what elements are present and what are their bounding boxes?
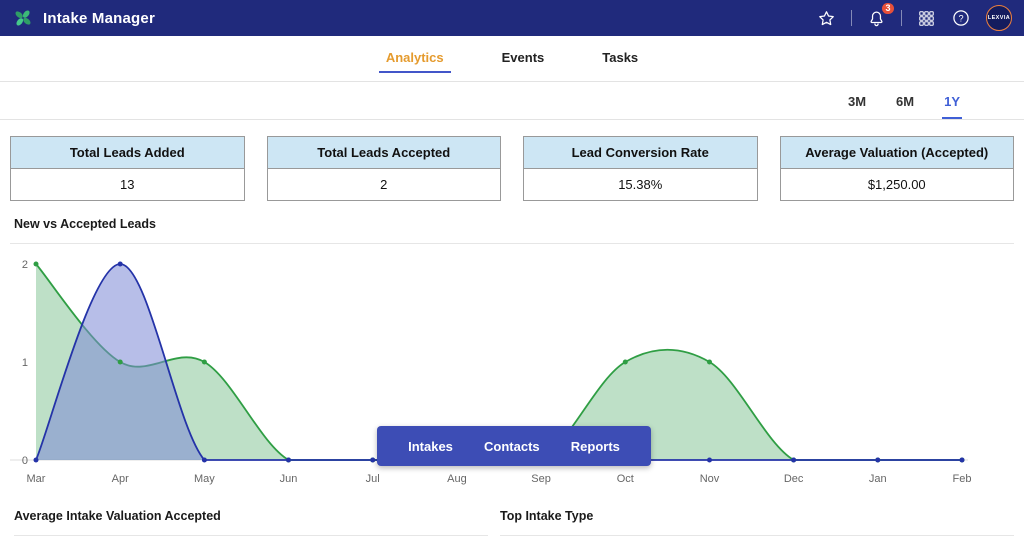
notifications-bell-icon[interactable]: 3 (867, 9, 886, 28)
stat-card-value: 15.38% (524, 169, 757, 200)
tab-tasks[interactable]: Tasks (595, 48, 645, 73)
stat-card-title: Total Leads Added (11, 137, 244, 169)
app-title: Intake Manager (43, 10, 155, 27)
svg-text:May: May (194, 473, 215, 485)
svg-text:Oct: Oct (617, 473, 634, 485)
divider (851, 10, 852, 26)
floating-nav-reports[interactable]: Reports (571, 439, 620, 454)
bottom-section-left: Average Intake Valuation Accepted (0, 509, 488, 536)
stat-card-value: $1,250.00 (781, 169, 1014, 200)
svg-text:Sep: Sep (531, 473, 551, 485)
tab-events[interactable]: Events (495, 48, 552, 73)
stat-card-total-leads-accepted: Total Leads Accepted 2 (267, 136, 502, 201)
main-tabs: Analytics Events Tasks (0, 36, 1024, 82)
stat-card-title: Total Leads Accepted (268, 137, 501, 169)
header-actions: 3 ? LEXVIA (817, 5, 1012, 31)
svg-text:Jun: Jun (280, 473, 298, 485)
stat-card-title: Average Valuation (Accepted) (781, 137, 1014, 169)
stat-card-value: 13 (11, 169, 244, 200)
stat-card-total-leads-added: Total Leads Added 13 (10, 136, 245, 201)
range-3m[interactable]: 3M (846, 94, 868, 119)
floating-nav-contacts[interactable]: Contacts (484, 439, 540, 454)
stat-card-lead-conversion-rate: Lead Conversion Rate 15.38% (523, 136, 758, 201)
range-1y[interactable]: 1Y (942, 94, 962, 119)
bottom-section-right: Top Intake Type (488, 509, 1024, 536)
avatar[interactable]: LEXVIA (986, 5, 1012, 31)
apps-grid-icon[interactable] (917, 9, 936, 28)
bottom-right-title: Top Intake Type (500, 509, 1014, 523)
divider-rule (500, 535, 1014, 536)
svg-text:Mar: Mar (27, 473, 46, 485)
stat-card-average-valuation: Average Valuation (Accepted) $1,250.00 (780, 136, 1015, 201)
floating-nav-menu: Intakes Contacts Reports (377, 426, 651, 466)
svg-text:Nov: Nov (700, 473, 720, 485)
svg-text:Jan: Jan (869, 473, 887, 485)
svg-text:2: 2 (22, 259, 28, 271)
help-icon[interactable]: ? (951, 8, 971, 28)
app-header: Intake Manager 3 ? (0, 0, 1024, 36)
svg-text:?: ? (958, 13, 963, 23)
tab-analytics[interactable]: Analytics (379, 48, 451, 73)
svg-text:Dec: Dec (784, 473, 804, 485)
svg-text:Aug: Aug (447, 473, 467, 485)
stat-card-value: 2 (268, 169, 501, 200)
bottom-left-title: Average Intake Valuation Accepted (14, 509, 488, 523)
favorite-star-icon[interactable] (817, 9, 836, 28)
svg-text:1: 1 (22, 357, 28, 369)
leads-area-chart: 012MarAprMayJunJulAugSepOctNovDecJanFeb … (6, 250, 1024, 495)
chart-section-title: New vs Accepted Leads (14, 217, 1024, 231)
time-range-bar: 3M 6M 1Y (0, 82, 1024, 120)
stat-card-title: Lead Conversion Rate (524, 137, 757, 169)
bottom-sections: Average Intake Valuation Accepted Top In… (0, 509, 1024, 536)
floating-nav-intakes[interactable]: Intakes (408, 439, 453, 454)
svg-text:Apr: Apr (112, 473, 129, 485)
divider (901, 10, 902, 26)
svg-text:0: 0 (22, 455, 28, 467)
range-6m[interactable]: 6M (894, 94, 916, 119)
divider-rule (14, 535, 488, 536)
app-logo-icon (12, 7, 34, 29)
svg-text:Feb: Feb (953, 473, 972, 485)
stat-cards: Total Leads Added 13 Total Leads Accepte… (10, 136, 1014, 201)
svg-text:Jul: Jul (366, 473, 380, 485)
brand: Intake Manager (12, 7, 155, 29)
notification-badge: 3 (882, 3, 894, 15)
divider-rule (10, 243, 1014, 244)
